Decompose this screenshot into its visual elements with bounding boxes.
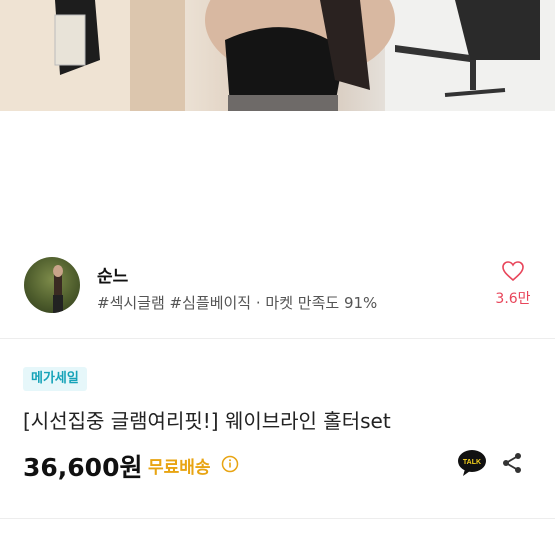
talk-label: TALK: [463, 459, 481, 466]
product-photo: [0, 0, 555, 111]
like-button[interactable]: 3.6만: [488, 260, 538, 308]
avatar-image: [53, 265, 63, 313]
price-row: 36,600원 무료배송 TALK: [23, 448, 533, 482]
info-icon[interactable]: [221, 455, 239, 473]
like-count: 3.6만: [495, 291, 531, 307]
seller-section: 순느 #섹시글램 #심플베이직 · 마켓 만족도 91% 3.6만: [0, 250, 555, 322]
sale-badge: 메가세일: [23, 367, 87, 391]
product-price: 36,600원: [23, 453, 143, 482]
section-divider: [0, 338, 555, 339]
image-area: [0, 111, 555, 241]
free-shipping-label: 무료배송: [148, 458, 211, 478]
heart-icon: [502, 261, 524, 282]
share-icon[interactable]: [500, 451, 524, 475]
section-divider-2: [0, 518, 555, 519]
kakao-talk-icon[interactable]: TALK: [457, 449, 487, 477]
seller-tags: #섹시글램 #심플베이직 · 마켓 만족도 91%: [97, 294, 378, 312]
product-title: [시선집중 글램여리핏!] 웨이브라인 홀터set: [23, 409, 391, 433]
seller-avatar[interactable]: [24, 257, 80, 313]
product-image: [0, 0, 555, 111]
seller-name[interactable]: 순느: [97, 262, 128, 287]
